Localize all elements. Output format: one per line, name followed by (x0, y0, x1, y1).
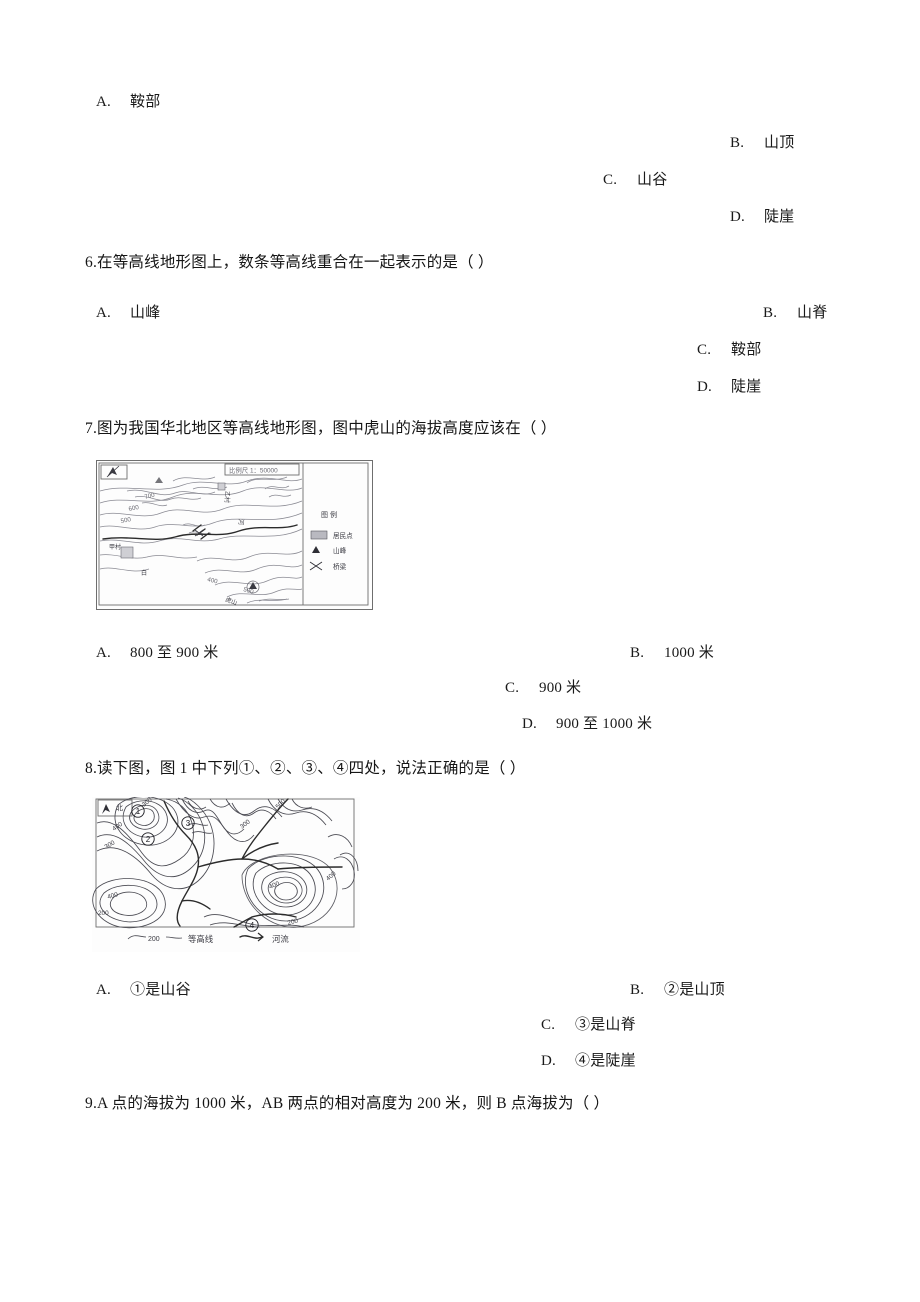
q5-option-d-label: D. (730, 209, 745, 225)
q8-option-a-label: A. (96, 982, 111, 998)
svg-text:河: 河 (237, 519, 245, 525)
q6-option-d-text: 陡崖 (731, 379, 762, 395)
q8-option-c-text: ③是山脊 (575, 1017, 636, 1033)
q6-option-b-text: 山脊 (797, 305, 828, 321)
q6-option-c-label: C. (697, 342, 712, 358)
svg-text:图 例: 图 例 (321, 510, 337, 519)
q7-option-b: B. 1000 米 (630, 641, 714, 662)
svg-text:2: 2 (146, 835, 151, 844)
svg-text:比例尺 1：50000: 比例尺 1：50000 (229, 466, 278, 475)
q6-option-c: C. 鞍部 (697, 338, 761, 359)
q8-option-b-text: ②是山顶 (664, 982, 725, 998)
q7-option-d-label: D. (522, 716, 537, 732)
svg-text:桥梁: 桥梁 (333, 562, 347, 571)
q8-option-a: A. ①是山谷 (96, 978, 191, 999)
svg-text:4: 4 (250, 921, 255, 930)
question-8-stem: 8.读下图，图 1 中下列①、②、③、④四处，说法正确的是（ ） (85, 760, 526, 777)
svg-text:居民点: 居民点 (333, 532, 353, 540)
q7-option-a-text: 800 至 900 米 (130, 645, 219, 661)
svg-text:1: 1 (136, 807, 141, 816)
q5-option-c: C. 山谷 (603, 168, 667, 189)
q7-option-c-text: 900 米 (539, 680, 582, 696)
q8-option-b-label: B. (630, 982, 645, 998)
q5-option-a-label: A. (96, 94, 111, 110)
q7-option-b-text: 1000 米 (664, 645, 714, 661)
q5-option-a-text: 鞍部 (130, 94, 161, 110)
q7-option-a-label: A. (96, 645, 111, 661)
q5-option-d-text: 陡崖 (764, 209, 795, 225)
svg-text:山峰: 山峰 (333, 546, 347, 555)
q6-option-a: A. 山峰 (96, 301, 160, 322)
q8-option-b: B. ②是山顶 (630, 978, 725, 999)
svg-text:等高线: 等高线 (188, 934, 214, 944)
svg-text:200: 200 (98, 910, 109, 917)
q5-option-b-label: B. (730, 135, 745, 151)
q5-option-d: D. 陡崖 (730, 205, 794, 226)
q7-option-d: D. 900 至 1000 米 (522, 712, 652, 733)
q7-option-b-label: B. (630, 645, 645, 661)
q6-option-a-label: A. (96, 305, 111, 321)
q5-option-c-label: C. (603, 172, 618, 188)
q8-option-d: D. ④是陡崖 (541, 1049, 636, 1070)
q5-option-a: A. 鞍部 (96, 90, 160, 111)
q5-option-c-text: 山谷 (637, 172, 668, 188)
q6-option-b: B. 山脊 (763, 301, 827, 322)
q6-option-c-text: 鞍部 (731, 342, 762, 358)
svg-text:3: 3 (186, 819, 191, 828)
q6-option-d: D. 陡崖 (697, 375, 761, 396)
worksheet-page: A. 鞍部 B. 山顶 C. 山谷 D. 陡崖 6.在等高线地形图上，数条等高线重合在一… (0, 0, 920, 1302)
q8-option-c: C. ③是山脊 (541, 1013, 636, 1034)
q5-option-b: B. 山顶 (730, 131, 794, 152)
q7-option-a: A. 800 至 900 米 (96, 641, 218, 662)
svg-text:白: 白 (141, 569, 147, 577)
q8-option-d-text: ④是陡崖 (575, 1053, 636, 1069)
svg-text:河流: 河流 (272, 934, 289, 944)
q8-option-c-label: C. (541, 1017, 556, 1033)
q8-option-d-label: D. (541, 1053, 556, 1069)
question-6-stem: 6.在等高线地形图上，数条等高线重合在一起表示的是（ ） (85, 254, 494, 271)
question-9-stem: 9.A 点的海拔为 1000 米，AB 两点的相对高度为 200 米，则 B 点… (85, 1095, 610, 1112)
q7-option-c: C. 900 米 (505, 676, 581, 697)
svg-text:甲村: 甲村 (109, 543, 121, 551)
q6-option-b-label: B. (763, 305, 778, 321)
q8-option-a-text: ①是山谷 (130, 982, 191, 998)
q6-option-a-text: 山峰 (130, 305, 161, 321)
svg-text:200: 200 (148, 936, 160, 943)
figure-north-china-contour-map: 比例尺 1：50000 700 600 500 400 500 甲村 乙村 河 … (96, 460, 373, 610)
q6-option-d-label: D. (697, 379, 712, 395)
figure-contour-map-1: 北 300 400 300 400 200 300 500 400 400 20… (92, 797, 360, 952)
q7-option-d-text: 900 至 1000 米 (556, 716, 653, 732)
svg-text:乙村: 乙村 (223, 491, 231, 503)
question-7-stem: 7.图为我国华北地区等高线地形图，图中虎山的海拔高度应该在（ ） (85, 420, 557, 437)
q7-option-c-label: C. (505, 680, 520, 696)
q5-option-b-text: 山顶 (764, 135, 795, 151)
